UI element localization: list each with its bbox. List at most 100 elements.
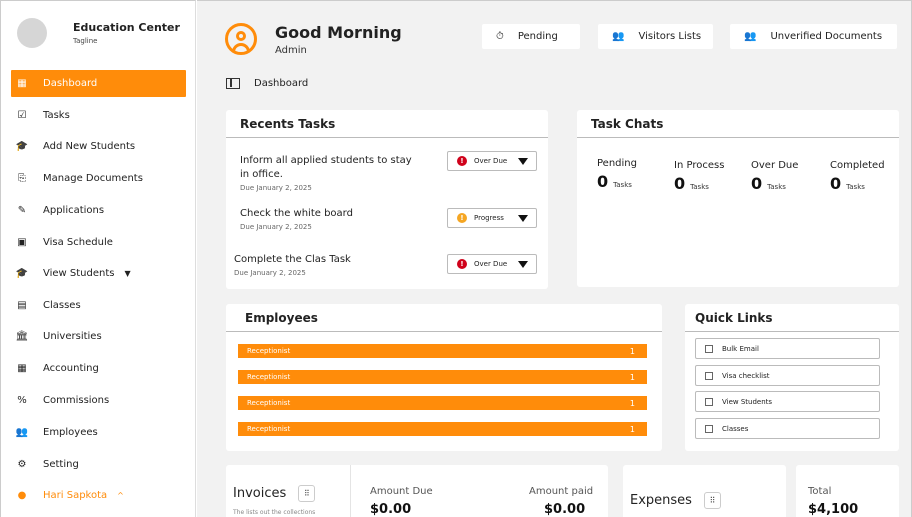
task-status-label: Over Due — [474, 260, 508, 268]
sidebar-item-setting[interactable]: ⚙ Setting — [11, 451, 186, 478]
sidebar-item-employees[interactable]: 👥 Employees — [11, 419, 186, 446]
alert-icon: ! — [457, 156, 467, 166]
sidebar-item-label: Tasks — [43, 110, 70, 121]
sidebar-item-label: Applications — [43, 205, 105, 216]
sidebar-item-accounting[interactable]: ▦ Accounting — [11, 355, 186, 382]
sidebar-toggle-icon[interactable] — [226, 78, 240, 89]
sidebar-item-label: Add New Students — [43, 141, 136, 152]
calendar-icon: ▣ — [17, 237, 27, 248]
total-value: $4,100 — [808, 502, 859, 517]
recent-tasks-title: Recents Tasks — [226, 110, 548, 138]
sidebar-item-label: View Students — [43, 268, 115, 279]
expenses-menu-icon[interactable]: ⠿ — [703, 492, 721, 509]
chevron-down-icon — [518, 215, 528, 222]
recent-tasks-card: Recents Tasks Inform all applied student… — [226, 110, 548, 289]
stat-completed: Completed 0 Tasks — [830, 160, 885, 193]
stopwatch-icon: ⏱ — [496, 31, 504, 42]
sidebar-item-label: Manage Documents — [43, 173, 143, 184]
sidebar-item-label: Visa Schedule — [43, 237, 113, 248]
sidebar-item-manage-documents[interactable]: ⎘ Manage Documents — [11, 165, 186, 192]
task-chats-title: Task Chats — [577, 110, 899, 138]
applications-icon: ✎ — [17, 205, 27, 216]
sidebar-item-commissions[interactable]: % Commissions — [11, 387, 186, 414]
expenses-card: Expenses ⠿ — [623, 465, 786, 517]
sidebar-item-label: Commissions — [43, 395, 110, 406]
employee-row[interactable]: Receptionist 1 — [238, 422, 647, 436]
stat-over-due: Over Due 0 Tasks — [751, 160, 799, 193]
invoices-menu-icon[interactable]: ⠿ — [298, 485, 316, 502]
greeting-title: Good Morning — [275, 23, 402, 42]
breadcrumb: Dashboard — [254, 78, 309, 89]
task-status-dropdown[interactable]: ! Over Due — [447, 151, 537, 171]
sidebar-item-applications[interactable]: ✎ Applications — [11, 197, 186, 224]
greeting-role: Admin — [275, 45, 307, 56]
employees-title: Employees — [226, 304, 662, 332]
amount-due: Amount Due $0.00 — [370, 486, 433, 517]
brand: Education Center Tagline — [1, 1, 195, 65]
task-status-dropdown[interactable]: ! Progress — [447, 208, 537, 228]
gear-icon: ⚙ — [17, 459, 27, 470]
sidebar-item-label: Classes — [43, 300, 81, 311]
sidebar-item-hari-sapkota[interactable]: ● Hari Sapkota ^ — [11, 482, 186, 509]
percent-icon: % — [17, 395, 27, 406]
sidebar-item-label: Universities — [43, 331, 102, 342]
quick-link-view-students[interactable]: View Students — [695, 391, 880, 412]
employees-card: Employees Receptionist 1 Receptionist 1 Re… — [226, 304, 662, 451]
pending-button[interactable]: ⏱ Pending — [482, 24, 580, 49]
chevron-down-icon — [518, 158, 528, 165]
sidebar-item-classes[interactable]: ▤ Classes — [11, 292, 186, 319]
checkbox[interactable] — [705, 344, 713, 353]
sidebar-item-universities[interactable]: 🏛 Universities — [11, 323, 186, 350]
employee-row[interactable]: Receptionist 1 — [238, 396, 647, 410]
brand-name: Education Center — [73, 21, 180, 34]
visitors-lists-button[interactable]: 👥 Visitors Lists — [598, 24, 713, 49]
checkbox[interactable] — [705, 424, 713, 433]
quick-links-card: Quick Links Bulk Email Visa checklist Vi… — [685, 304, 899, 451]
unverified-documents-button-label: Unverified Documents — [770, 31, 883, 42]
stat-in-process: In Process 0 Tasks — [674, 160, 725, 193]
checkbox[interactable] — [705, 397, 713, 406]
quick-link-bulk-email[interactable]: Bulk Email — [695, 338, 880, 359]
employees-icon: 👥 — [15, 427, 29, 438]
employee-row[interactable]: Receptionist 1 — [238, 370, 647, 384]
sidebar-item-visa-schedule[interactable]: ▣ Visa Schedule — [11, 229, 186, 256]
sidebar-item-label: Hari Sapkota — [43, 490, 108, 501]
sidebar-item-view-students[interactable]: 🎓 View Students ▼ — [11, 260, 186, 287]
amount-paid: Amount paid $0.00 — [529, 486, 594, 517]
invoices-card: Invoices ⠿ The lists out the collections… — [226, 465, 608, 517]
sidebar-item-label: Dashboard — [43, 78, 98, 89]
sidebar-item-dashboard[interactable]: ▦ Dashboard — [11, 70, 186, 97]
task-due: Due January 2, 2025 — [240, 184, 312, 192]
sidebar-item-label: Accounting — [43, 363, 99, 374]
alert-icon: ! — [457, 213, 467, 223]
sidebar: Education Center Tagline ▦ Dashboard ☑ Task… — [0, 0, 196, 517]
chevron-icon[interactable]: ^ — [117, 491, 124, 500]
chevron-icon[interactable]: ▼ — [124, 269, 130, 278]
invoices-subtitle: The lists out the collections — [233, 509, 316, 516]
visitors-lists-button-label: Visitors Lists — [638, 31, 702, 42]
unverified-documents-button[interactable]: 👥 Unverified Documents — [730, 24, 897, 49]
sidebar-item-label: Employees — [43, 427, 98, 438]
visitors-icon: 👥 — [612, 31, 625, 42]
user-avatar-icon — [225, 23, 257, 55]
graduation-cap-icon: 🎓 — [15, 141, 29, 152]
quick-link-classes[interactable]: Classes — [695, 418, 880, 439]
stat-pending: Pending 0 Tasks — [597, 158, 637, 191]
employee-row[interactable]: Receptionist 1 — [238, 344, 647, 358]
sidebar-item-label: Setting — [43, 459, 79, 470]
chevron-down-icon — [518, 261, 528, 268]
checkbox[interactable] — [705, 371, 713, 380]
task-status-dropdown[interactable]: ! Over Due — [447, 254, 537, 274]
sidebar-item-add-new-students[interactable]: 🎓 Add New Students — [11, 133, 186, 160]
task-chats-card: Task Chats Pending 0 Tasks In Process 0 Ta… — [577, 110, 899, 287]
classes-icon: ▤ — [17, 300, 27, 311]
brand-logo — [17, 18, 47, 48]
task-status-label: Over Due — [474, 157, 508, 165]
unverified-icon: 👥 — [744, 31, 757, 42]
total-label: Total — [808, 486, 832, 497]
sidebar-item-tasks[interactable]: ☑ Tasks — [11, 102, 186, 129]
quick-link-visa-checklist[interactable]: Visa checklist — [695, 365, 880, 386]
students-icon: 🎓 — [15, 268, 29, 279]
quick-links-title: Quick Links — [685, 304, 899, 332]
expenses-title: Expenses — [630, 493, 692, 508]
